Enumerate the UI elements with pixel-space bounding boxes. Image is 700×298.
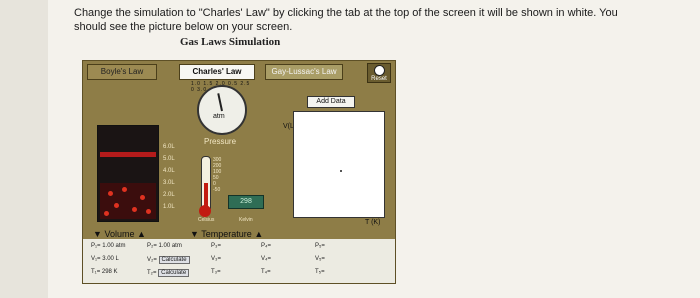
volume-tick: 1.0L <box>163 204 175 210</box>
volume-tick: 3.0L <box>163 180 175 186</box>
tab-charles-law[interactable]: Charles' Law <box>179 64 255 80</box>
gas-molecule <box>104 211 109 216</box>
graph-x-axis-label: T (K) <box>365 219 381 226</box>
p2-value: P₂= 1.00 atm <box>147 243 182 249</box>
v2-row: V₂= Calculate <box>147 256 190 264</box>
gas-molecule <box>132 207 137 212</box>
volume-label: Volume <box>104 229 135 239</box>
p5-value: P₅= <box>315 243 325 249</box>
volume-tick: 4.0L <box>163 168 175 174</box>
t2-row: T₂= Calculate <box>147 269 190 277</box>
temperature-scale: 300 200 100 50 0 -50 <box>213 157 221 193</box>
t5-value: T₅= <box>315 269 325 275</box>
mercury-column <box>204 183 208 207</box>
temperature-label: Temperature <box>201 229 252 239</box>
calculate-v2-button[interactable]: Calculate <box>158 256 190 264</box>
tab-gay-lussacs-law[interactable]: Gay-Lussac's Law <box>265 64 343 80</box>
reset-button[interactable]: Reset <box>367 63 391 83</box>
v5-value: V₅= <box>315 256 325 262</box>
piston[interactable] <box>100 152 156 157</box>
t1-value: T₁= 298 K <box>91 269 118 275</box>
temperature-readout: 298 <box>228 195 264 209</box>
gas-chamber <box>100 183 156 219</box>
t4-value: T₄= <box>261 269 271 275</box>
arrow-down-icon[interactable]: ▼ <box>190 229 199 239</box>
v1-value: V₁= 3.00 L <box>91 256 119 262</box>
volume-temperature-graph <box>293 111 385 218</box>
arrow-up-icon[interactable]: ▲ <box>254 229 263 239</box>
calculate-t2-button[interactable]: Calculate <box>158 269 190 277</box>
p4-value: P₄= <box>261 243 271 249</box>
pressure-label: Pressure <box>204 137 237 146</box>
v2-label: V₂= <box>147 257 157 263</box>
thermometer <box>199 156 211 217</box>
pressure-gauge: atm <box>197 85 247 135</box>
gauge-needle <box>217 93 223 112</box>
volume-tick: 2.0L <box>163 192 175 198</box>
kelvin-label: Kelvin <box>239 217 253 223</box>
volume-tick: 6.0L <box>163 144 175 150</box>
volume-scale: 6.0L 5.0L 4.0L 3.0L 2.0L 1.0L <box>163 141 175 213</box>
simulation-title: Gas Laws Simulation <box>180 36 281 48</box>
gas-laws-simulation: Boyle's Law Charles' Law Gay-Lussac's La… <box>82 60 396 284</box>
gas-molecule <box>108 191 113 196</box>
arrow-down-icon[interactable]: ▼ <box>93 229 102 239</box>
gas-molecule <box>140 195 145 200</box>
volume-tick: 5.0L <box>163 156 175 162</box>
t3-value: T₃= <box>211 269 221 275</box>
t2-label: T₂= <box>147 270 157 276</box>
thermometer-bulb <box>199 205 211 217</box>
gas-molecule <box>146 209 151 214</box>
gas-molecule <box>122 187 127 192</box>
data-point <box>340 170 342 172</box>
gas-cylinder <box>97 125 159 222</box>
gas-molecule <box>114 203 119 208</box>
v4-value: V₄= <box>261 256 271 262</box>
reset-label: Reset <box>371 76 387 82</box>
reset-icon <box>373 65 385 76</box>
temp-tick: -50 <box>213 187 221 193</box>
instruction-text: Change the simulation to "Charles' Law" … <box>74 7 618 33</box>
p3-value: P₃= <box>211 243 221 249</box>
volume-control[interactable]: ▼ Volume ▲ <box>93 229 146 239</box>
tab-boyles-law[interactable]: Boyle's Law <box>87 64 157 80</box>
temperature-control[interactable]: ▼ Temperature ▲ <box>190 229 263 239</box>
celsius-label: Celsius <box>198 217 215 223</box>
data-table: P₁= 1.00 atm V₁= 3.00 L T₁= 298 K P₂= 1.… <box>83 239 395 283</box>
v3-value: V₃= <box>211 256 221 262</box>
graph-y-axis-label: V(L) <box>283 123 297 130</box>
arrow-up-icon[interactable]: ▲ <box>137 229 146 239</box>
add-data-button[interactable]: Add Data <box>307 96 355 108</box>
gauge-unit: atm <box>213 113 225 120</box>
p1-value: P₁= 1.00 atm <box>91 243 126 249</box>
